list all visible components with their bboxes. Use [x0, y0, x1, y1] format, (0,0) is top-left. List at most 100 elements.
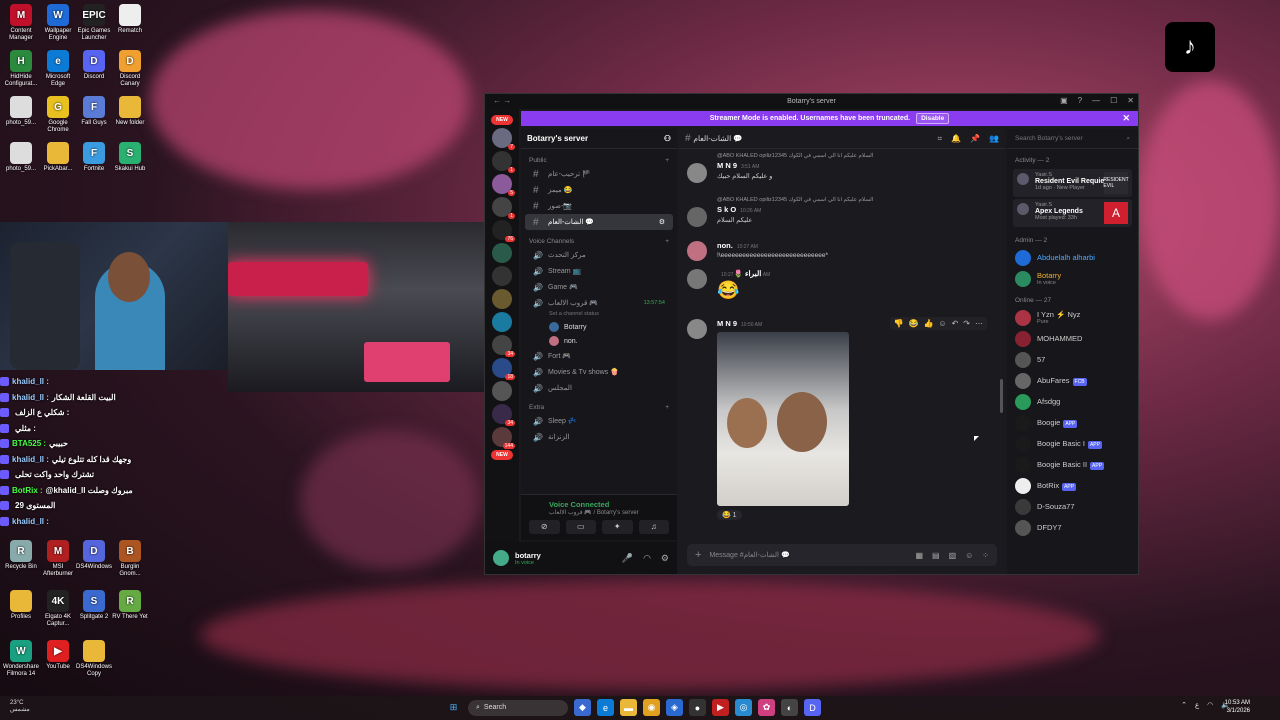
desktop-icon[interactable]: EPIC Epic Games Launcher [76, 4, 112, 42]
voice-channel-item[interactable]: 🔊 قروب الالعاب 🎮 13:57:54 [525, 295, 673, 311]
scrollbar[interactable] [1000, 379, 1003, 413]
app-icon[interactable]: ◎ [735, 699, 752, 716]
reaction-quick-icon[interactable]: 😂 [908, 319, 918, 328]
desktop-icon[interactable]: Profiles [3, 590, 39, 621]
desktop-icon[interactable]: ▶ YouTube [40, 640, 76, 671]
copilot-icon[interactable]: ◆ [574, 699, 591, 716]
add-channel-icon[interactable]: + [665, 404, 669, 411]
app-icon[interactable]: ◐ [781, 699, 798, 716]
voice-channel-item[interactable]: 🔊 Stream 📺 [525, 263, 673, 279]
minimize-button[interactable]: — [1092, 96, 1100, 105]
member-item[interactable]: Boogie Basic I APP [1007, 433, 1138, 454]
message-author[interactable]: S k O 10:26 AM [717, 205, 997, 214]
edge-icon[interactable]: e [597, 699, 614, 716]
message-composer[interactable]: + Message #الشات-العام 💬 ▦ ▤ ▧ ☺ ⁘ [687, 544, 997, 566]
add-channel-icon[interactable]: + [665, 238, 669, 245]
voice-channel-item[interactable]: 🔊 مركز التحدث [525, 247, 673, 263]
screen-share-icon[interactable]: ▭ [565, 520, 596, 534]
desktop-icon[interactable]: F Fall Guys [76, 96, 112, 127]
activities-icon[interactable]: ✦ [602, 520, 633, 534]
desktop-icon[interactable]: S Skakui Hub [112, 142, 148, 173]
server-icon[interactable] [492, 243, 512, 263]
threads-icon[interactable]: ⌗ [938, 134, 943, 144]
avatar[interactable] [687, 241, 707, 261]
voice-connected-label[interactable]: Voice Connected [521, 495, 677, 509]
soundboard-icon[interactable]: ♫ [638, 520, 669, 534]
discord-icon[interactable]: D [804, 699, 821, 716]
channel-item[interactable]: # صور-📷 [525, 198, 673, 214]
emoji-icon[interactable]: ☺ [965, 551, 973, 560]
voice-channel-item[interactable]: 🔊 Sleep 💤 [525, 413, 673, 429]
member-item[interactable]: I Yzn ⚡ Nyz Pure [1007, 307, 1138, 328]
message-author[interactable]: non. 10:27 AM [717, 241, 997, 250]
voice-channel-item[interactable]: 🔊 الزنزانة [525, 429, 673, 445]
avatar[interactable] [687, 163, 707, 183]
reply-preview[interactable]: @ABO KHALED opiliz12345 السلام عليكم انا… [717, 197, 997, 203]
desktop-icon[interactable]: Rematch [112, 4, 148, 35]
server-icon[interactable]: 34 [492, 404, 515, 426]
member-item[interactable]: Botarry In voice [1007, 268, 1138, 289]
member-item[interactable]: Boogie APP [1007, 412, 1138, 433]
member-item[interactable]: Abduelalh alharbi [1007, 247, 1138, 268]
app-icon[interactable]: ✿ [758, 699, 775, 716]
category-extra[interactable]: Extra + [521, 396, 677, 413]
chrome-icon[interactable]: ◉ [643, 699, 660, 716]
add-channel-icon[interactable]: + [665, 157, 669, 164]
desktop-icon[interactable]: W Wondershare Filmora 14 [3, 640, 39, 678]
avatar[interactable] [687, 319, 707, 339]
server-icon[interactable] [492, 381, 512, 401]
activity-card[interactable]: Yasir.S Apex Legends Most played: 33h A [1013, 199, 1132, 227]
server-icon[interactable] [492, 266, 512, 286]
language-icon[interactable]: ع [1195, 701, 1199, 709]
bell-icon[interactable]: 🔔 [951, 134, 961, 144]
desktop-icon[interactable]: e Microsoft Edge [40, 50, 76, 88]
store-icon[interactable]: ◈ [666, 699, 683, 716]
microphone-icon[interactable]: 🎤 [622, 553, 633, 564]
desktop-icon[interactable]: R Recycle Bin [3, 540, 39, 571]
maximize-button[interactable]: ☐ [1110, 96, 1117, 105]
file-explorer-icon[interactable]: ▬ [620, 699, 637, 716]
desktop-icon[interactable]: D Discord [76, 50, 112, 81]
settings-gear-icon[interactable]: ⚙ [661, 553, 669, 564]
desktop-icon[interactable]: PickAbar... [40, 142, 76, 173]
wifi-icon[interactable]: ◠ [1207, 701, 1213, 709]
camera-off-icon[interactable]: ⊘ [529, 520, 560, 534]
taskbar-search[interactable]: ⌕ Search [468, 699, 568, 716]
server-icon[interactable]: 76 [492, 220, 515, 242]
add-attachment-icon[interactable]: + [695, 549, 701, 561]
desktop-icon[interactable]: G Google Chrome [40, 96, 76, 134]
desktop-icon[interactable]: H HidHide Configurat... [3, 50, 39, 88]
member-item[interactable]: D-Souza77 [1007, 496, 1138, 517]
chevron-up-icon[interactable]: ⌃ [1181, 701, 1187, 709]
windows-start-icon[interactable]: ⊞ [445, 699, 462, 716]
avatar[interactable] [493, 550, 509, 566]
avatar[interactable] [687, 269, 707, 289]
category-public[interactable]: Public + [521, 149, 677, 166]
desktop-icon[interactable]: S Splitgate 2 [76, 590, 112, 621]
server-icon[interactable] [492, 312, 512, 332]
channel-settings-icon[interactable]: ⚙ [659, 218, 665, 226]
channel-item[interactable]: # الشات-العام 💬 ⚙ [525, 214, 673, 230]
desktop-icon[interactable]: R RV There Yet [112, 590, 148, 621]
add-member-icon[interactable]: ⚇ [664, 134, 671, 143]
sticker-icon[interactable]: ▧ [949, 551, 957, 560]
server-icon[interactable]: 1 [492, 151, 515, 173]
category-voice[interactable]: Voice Channels + [521, 230, 677, 247]
reply-preview[interactable]: @ABO KHALED opiliz12345 السلام عليكم انا… [717, 153, 997, 159]
desktop-icon[interactable]: photo_59... [3, 96, 39, 127]
desktop-icon[interactable]: M Content Manager [3, 4, 39, 42]
voice-user[interactable]: non. [521, 334, 677, 348]
weather-widget[interactable]: 23°C مشمس [10, 700, 30, 714]
voice-channel-item[interactable]: 🔊 Movies & Tv shows 🍿 [525, 364, 673, 380]
channel-status[interactable]: Set a channel status [521, 311, 677, 320]
server-icon[interactable]: 1 [492, 197, 515, 219]
desktop-icon[interactable]: DS4Windows Copy [76, 640, 112, 678]
desktop-icon[interactable]: F Fortnite [76, 142, 112, 173]
reaction-quick-icon[interactable]: 👍 [923, 319, 933, 328]
app-icon[interactable]: ● [689, 699, 706, 716]
member-item[interactable]: DFDY7 [1007, 517, 1138, 538]
pin-icon[interactable]: 📌 [970, 134, 980, 144]
voice-channel-item[interactable]: 🔊 Fort 🎮 [525, 348, 673, 364]
inbox-icon[interactable]: ▣ [1060, 96, 1068, 105]
server-icon[interactable]: 18 [492, 358, 515, 380]
